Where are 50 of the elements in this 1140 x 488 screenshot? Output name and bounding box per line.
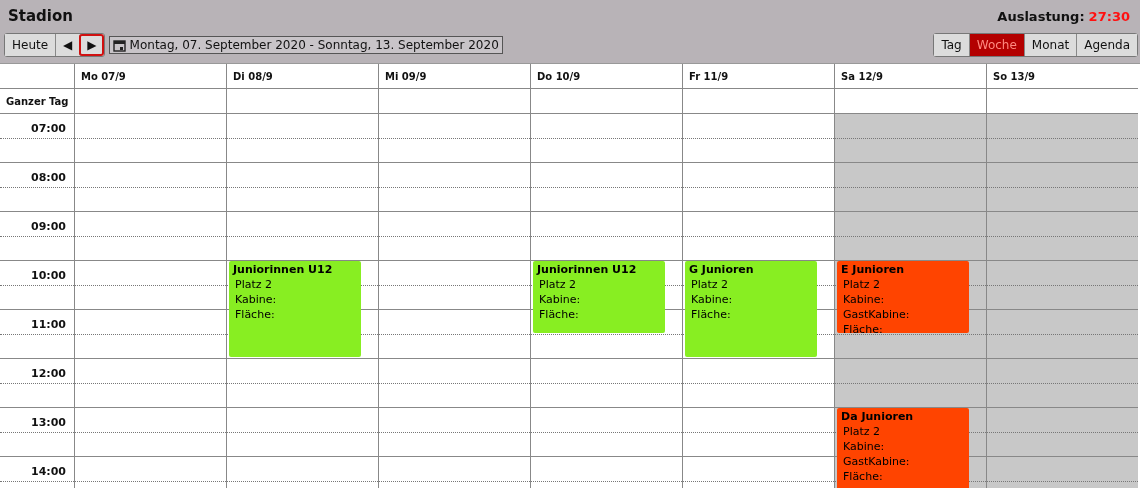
- time-label: 07:00: [31, 122, 66, 137]
- event-detail: GastKabine:: [842, 307, 911, 322]
- time-label: 13:00: [31, 416, 66, 431]
- day-header: Mi 09/9: [379, 64, 530, 89]
- event-card[interactable]: G Junioren Platz 2 Kabine: Fläche:: [685, 261, 817, 357]
- day-header: Mo 07/9: [75, 64, 226, 89]
- app-title: Stadion: [8, 7, 73, 25]
- event-detail: Kabine:: [234, 292, 278, 307]
- day-header: Do 10/9: [531, 64, 682, 89]
- event-detail: Fläche:: [842, 322, 884, 333]
- time-label: 09:00: [31, 220, 66, 235]
- view-tab[interactable]: Agenda: [1076, 34, 1137, 56]
- event-title: Juniorinnen U12: [233, 263, 334, 276]
- utilization-value: 27:30: [1088, 9, 1130, 24]
- time-label: 08:00: [31, 171, 66, 186]
- next-button[interactable]: ▶: [79, 34, 104, 56]
- time-label: 12:00: [31, 367, 66, 382]
- day-header: Sa 12/9: [835, 64, 986, 89]
- event-card[interactable]: E Junioren Platz 2 Kabine: GastKabine: Fläche:: [837, 261, 969, 333]
- event-detail: Kabine:: [842, 439, 886, 454]
- time-label: 11:00: [31, 318, 66, 333]
- event-detail: Platz 2: [842, 424, 881, 439]
- event-title: E Junioren: [841, 263, 906, 276]
- event-title: Da Junioren: [841, 410, 915, 423]
- utilization-label: Auslastung:: [997, 9, 1085, 24]
- day-header: Fr 11/9: [683, 64, 834, 89]
- event-title: Juniorinnen U12: [537, 263, 638, 276]
- day-header: Di 08/9: [227, 64, 378, 89]
- date-range-button[interactable]: Montag, 07. September 2020 - Sonntag, 13. September 2020: [108, 36, 503, 54]
- day-header: So 13/9: [987, 64, 1138, 89]
- event-detail: Fläche:: [234, 307, 276, 322]
- event-detail: Platz 2: [538, 277, 577, 292]
- event-card[interactable]: Da Junioren Platz 2 Kabine: GastKabine: Fläche:: [837, 408, 969, 488]
- event-detail: GastKabine:: [842, 454, 911, 469]
- event-card[interactable]: Juniorinnen U12 Platz 2 Kabine: Fläche:: [229, 261, 361, 357]
- time-label: 14:00: [31, 465, 66, 480]
- calendar-icon: [112, 38, 126, 52]
- event-detail: Kabine:: [538, 292, 582, 307]
- all-day-label: Ganzer Tag: [0, 89, 74, 114]
- event-detail: Platz 2: [234, 277, 273, 292]
- event-detail: Platz 2: [690, 277, 729, 292]
- event-detail: Platz 2: [842, 277, 881, 292]
- event-detail: Fläche:: [842, 469, 884, 484]
- time-label: 10:00: [31, 269, 66, 284]
- event-detail: Fläche:: [690, 307, 732, 322]
- event-detail: Fläche:: [538, 307, 580, 322]
- event-detail: Kabine:: [690, 292, 734, 307]
- event-detail: Kabine:: [842, 292, 886, 307]
- event-card[interactable]: Juniorinnen U12 Platz 2 Kabine: Fläche:: [533, 261, 665, 333]
- event-title: G Junioren: [689, 263, 755, 276]
